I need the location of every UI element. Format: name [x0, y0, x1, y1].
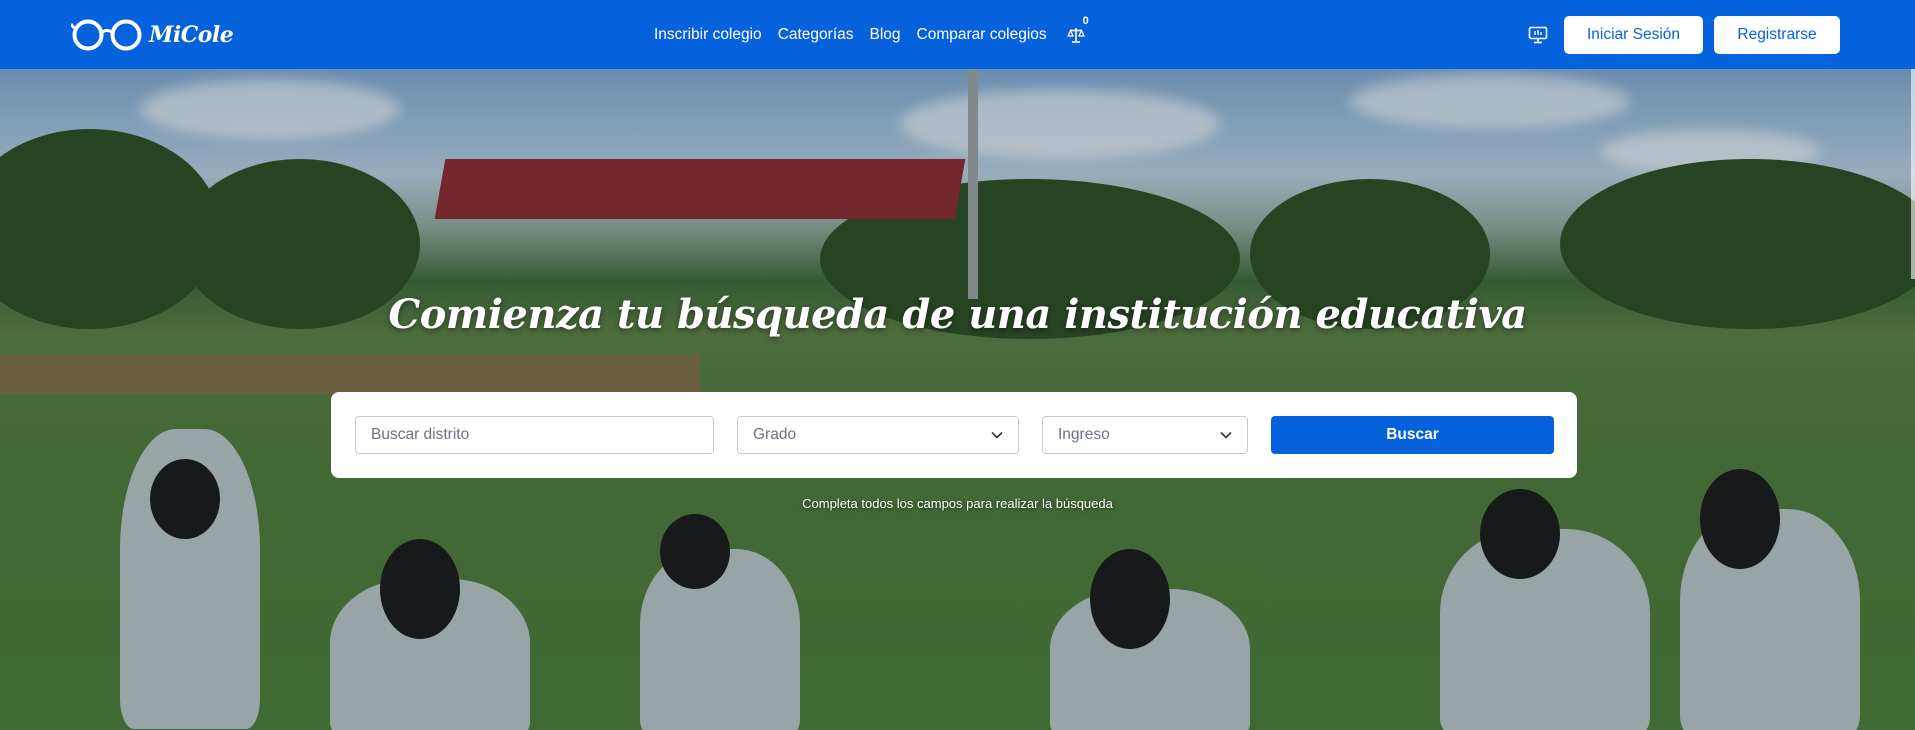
scale-icon: [1066, 28, 1085, 43]
monitor-button[interactable]: [1527, 24, 1549, 46]
search-hint: Completa todos los campos para realizar …: [802, 496, 1113, 511]
login-button[interactable]: Iniciar Sesión: [1564, 16, 1703, 54]
entry-select[interactable]: Ingreso: [1042, 416, 1248, 454]
grade-select[interactable]: Grado: [737, 416, 1019, 454]
grade-select-value: Grado: [753, 426, 797, 443]
brand-name: MiCole: [149, 22, 234, 48]
nav-link-categorias[interactable]: Categorías: [778, 26, 854, 44]
district-search-field[interactable]: [355, 416, 714, 454]
scrollbar[interactable]: [1911, 69, 1915, 279]
brand-logo[interactable]: MiCole: [71, 18, 234, 52]
hero-title: Comienza tu búsqueda de una institución …: [388, 291, 1527, 338]
top-navbar: MiCole Inscribir colegio Categorías Blog…: [0, 0, 1915, 69]
monitor-icon: [1528, 26, 1548, 44]
hero-section: Comienza tu búsqueda de una institución …: [0, 69, 1915, 730]
nav-link-inscribir-colegio[interactable]: Inscribir colegio: [654, 26, 762, 44]
search-button[interactable]: Buscar: [1271, 416, 1554, 454]
glasses-icon: [71, 19, 142, 51]
entry-select-value: Ingreso: [1058, 426, 1110, 443]
district-search-input[interactable]: [371, 426, 698, 444]
nav-link-comparar-colegios[interactable]: Comparar colegios: [917, 26, 1047, 44]
compare-count-badge: 0: [1082, 15, 1089, 27]
nav-link-blog[interactable]: Blog: [870, 26, 901, 44]
chevron-down-icon: [991, 431, 1003, 439]
register-button[interactable]: Registrarse: [1714, 16, 1840, 54]
main-nav: Inscribir colegio Categorías Blog Compar…: [654, 15, 1089, 46]
chevron-down-icon: [1220, 431, 1232, 439]
search-card: Grado Ingreso Buscar: [331, 392, 1577, 478]
compare-button[interactable]: 0: [1065, 15, 1089, 46]
